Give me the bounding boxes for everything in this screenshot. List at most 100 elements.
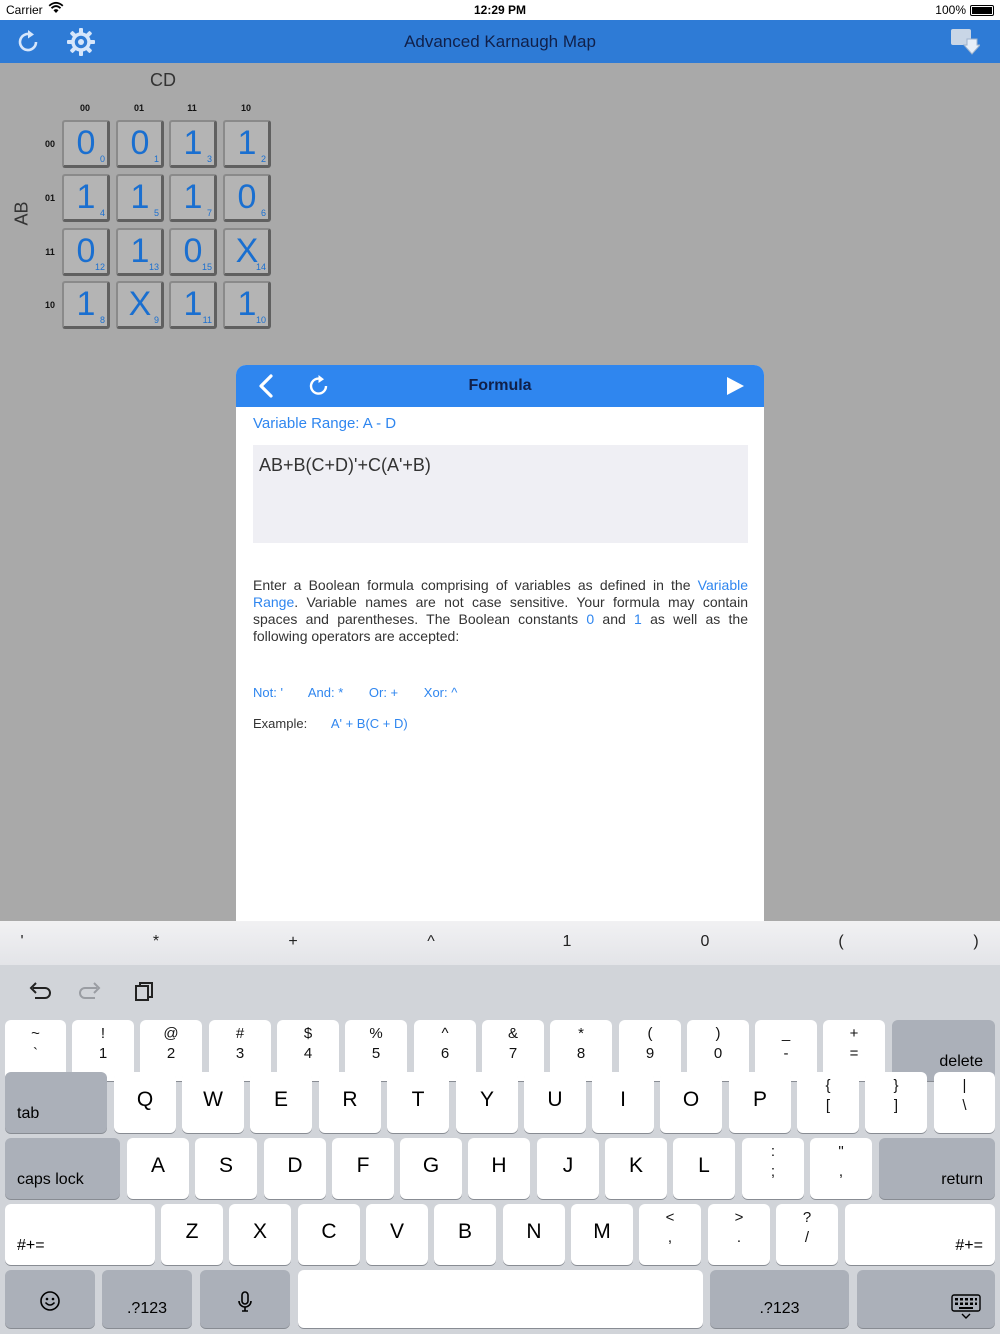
key-f[interactable]: F xyxy=(332,1138,394,1199)
key-h[interactable]: H xyxy=(468,1138,530,1199)
column-header: 00 xyxy=(79,103,90,113)
key-left-brace[interactable]: {[ xyxy=(797,1072,859,1133)
kmap-cell[interactable]: 01 xyxy=(116,120,164,168)
redo-icon[interactable] xyxy=(78,979,104,1005)
key-j[interactable]: J xyxy=(537,1138,599,1199)
column-header: 11 xyxy=(187,103,197,113)
key-question[interactable]: ? / xyxy=(776,1204,838,1265)
kmap-cell[interactable]: 00 xyxy=(62,120,110,168)
key-s[interactable]: S xyxy=(195,1138,257,1199)
cell-index: 11 xyxy=(202,315,212,325)
paste-icon[interactable] xyxy=(131,979,157,1005)
kmap-cell[interactable]: 17 xyxy=(169,174,217,222)
row-header: 10 xyxy=(44,300,55,310)
key-c[interactable]: C xyxy=(298,1204,360,1265)
status-bar: Carrier 12:29 PM 100% xyxy=(0,0,1000,20)
kmap-cell[interactable]: 14 xyxy=(62,174,110,222)
key-greater-than[interactable]: >. xyxy=(708,1204,770,1265)
key-a[interactable]: A xyxy=(127,1138,189,1199)
cell-index: 15 xyxy=(201,262,212,272)
formula-input[interactable]: AB+B(C+D)'+C(A'+B) xyxy=(253,445,748,543)
key-top: # xyxy=(235,1025,245,1042)
key-label: U xyxy=(547,1088,563,1111)
key-bottom: 1 xyxy=(98,1045,108,1062)
key-right-brace[interactable]: }] xyxy=(865,1072,927,1133)
row-header: 01 xyxy=(44,193,55,203)
kmap-cell[interactable]: 13 xyxy=(169,120,217,168)
caps-lock-key[interactable]: caps lock xyxy=(5,1138,120,1199)
cell-index: 9 xyxy=(153,315,159,325)
dictation-key[interactable] xyxy=(200,1270,290,1328)
play-icon[interactable] xyxy=(724,375,746,397)
key-d[interactable]: D xyxy=(264,1138,326,1199)
cell-index: 5 xyxy=(153,208,159,218)
key-o[interactable]: O xyxy=(660,1072,722,1133)
accessory-key-one[interactable]: 1 xyxy=(547,933,587,951)
kmap-cell[interactable]: X 14 xyxy=(223,228,271,276)
key-x[interactable]: X xyxy=(229,1204,291,1265)
key-label: P xyxy=(752,1088,767,1111)
key-g[interactable]: G xyxy=(400,1138,462,1199)
key-n[interactable]: N xyxy=(503,1204,565,1265)
key-top: | xyxy=(962,1077,967,1094)
key-pipe[interactable]: | \ xyxy=(934,1072,995,1133)
key-i[interactable]: I xyxy=(592,1072,654,1133)
cell-index: 14 xyxy=(255,262,266,272)
key-label: A xyxy=(150,1154,165,1177)
key-v[interactable]: V xyxy=(366,1204,428,1265)
key-y[interactable]: Y xyxy=(456,1072,518,1133)
key-label: Y xyxy=(479,1088,494,1111)
accessory-key-or[interactable]: + xyxy=(273,933,313,951)
space-bar[interactable] xyxy=(298,1270,703,1328)
export-icon[interactable] xyxy=(948,26,982,58)
key-t[interactable]: T xyxy=(387,1072,449,1133)
key-label: K xyxy=(628,1154,643,1177)
key-label: G xyxy=(422,1154,440,1177)
tab-key[interactable]: tab xyxy=(5,1072,107,1133)
key-top: @ xyxy=(163,1025,179,1042)
kmap-cell[interactable]: 1 10 xyxy=(223,281,271,329)
key-p[interactable]: P xyxy=(729,1072,791,1133)
kmap-cell[interactable]: 12 xyxy=(223,120,271,168)
kmap-cell[interactable]: 18 xyxy=(62,281,110,329)
key-top: ? xyxy=(802,1209,812,1226)
key-m[interactable]: M xyxy=(571,1204,633,1265)
accessory-key-xor[interactable]: ^ xyxy=(411,933,451,951)
key-less-than[interactable]: <, xyxy=(639,1204,701,1265)
key-quote[interactable]: ", xyxy=(810,1138,872,1199)
key-z[interactable]: Z xyxy=(161,1204,223,1265)
numbers-key-right[interactable]: .?123 xyxy=(710,1270,849,1328)
hide-keyboard-key[interactable] xyxy=(857,1270,995,1328)
accessory-key-open-paren[interactable]: ( xyxy=(821,933,861,951)
key-q[interactable]: Q xyxy=(114,1072,176,1133)
microphone-icon xyxy=(200,1290,290,1314)
accessory-key-zero[interactable]: 0 xyxy=(685,933,725,951)
key-colon[interactable]: :; xyxy=(742,1138,804,1199)
accessory-key-and[interactable]: * xyxy=(136,933,176,951)
key-r[interactable]: R xyxy=(319,1072,381,1133)
kmap-cell[interactable]: X9 xyxy=(116,281,164,329)
symbols-shift-key[interactable]: #+= xyxy=(5,1204,155,1265)
symbols-shift-key-right[interactable]: #+= xyxy=(845,1204,995,1265)
constant-zero: 0 xyxy=(586,611,595,627)
key-e[interactable]: E xyxy=(250,1072,312,1133)
key-bottom: / xyxy=(804,1229,810,1246)
kmap-cell[interactable]: 0 12 xyxy=(62,228,110,276)
key-b[interactable]: B xyxy=(434,1204,496,1265)
accessory-key-close-paren[interactable]: ) xyxy=(956,933,996,951)
emoji-key[interactable] xyxy=(5,1270,95,1328)
return-key[interactable]: return xyxy=(879,1138,995,1199)
kmap-cell[interactable]: 06 xyxy=(223,174,271,222)
key-l[interactable]: L xyxy=(673,1138,735,1199)
kmap-cell[interactable]: 1 13 xyxy=(116,228,164,276)
key-k[interactable]: K xyxy=(605,1138,667,1199)
undo-icon[interactable] xyxy=(26,979,52,1005)
kmap-cell[interactable]: 15 xyxy=(116,174,164,222)
kmap-cell[interactable]: 0 15 xyxy=(169,228,217,276)
kmap-cell[interactable]: 1 11 xyxy=(169,281,217,329)
numbers-key[interactable]: .?123 xyxy=(102,1270,192,1328)
accessory-key-not[interactable]: ' xyxy=(2,933,42,951)
cell-index: 4 xyxy=(99,208,105,218)
key-w[interactable]: W xyxy=(182,1072,244,1133)
key-u[interactable]: U xyxy=(524,1072,586,1133)
